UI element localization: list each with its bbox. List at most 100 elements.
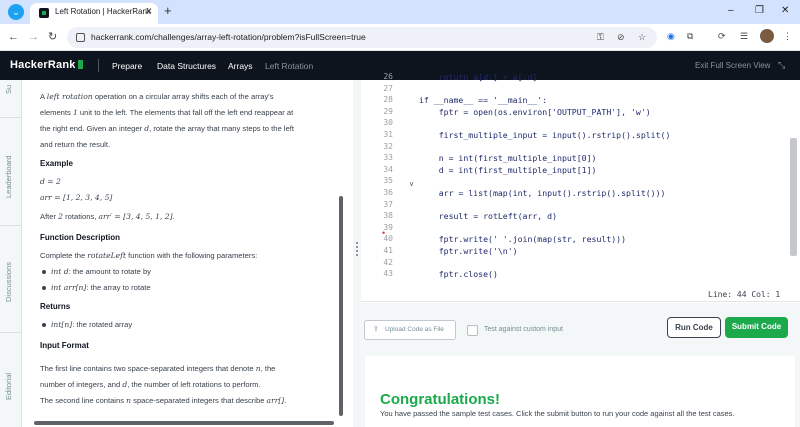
param-d: int d: the amount to rotate by: [51, 267, 151, 276]
code-line[interactable]: fptr.write('\n'): [419, 246, 518, 256]
list-bullet: [42, 323, 46, 327]
bookmark-star-icon[interactable]: ☆: [638, 32, 646, 43]
custom-input-label[interactable]: Test against custom input: [484, 326, 563, 333]
side-tab-divider: [0, 225, 22, 226]
tab-editorial[interactable]: Editorial: [4, 373, 13, 400]
restore-button[interactable]: ❐: [755, 4, 764, 18]
line-number: 30: [383, 118, 393, 128]
exit-fullscreen-link[interactable]: Exit Full Screen View: [695, 61, 770, 70]
function-description-heading: Function Description: [40, 233, 120, 242]
breadcrumb-left-rotation: Left Rotation: [265, 61, 314, 71]
line-number: 39: [383, 222, 393, 232]
problem-statement: A left rotation operation on a circular …: [22, 80, 353, 427]
line-number: 28: [383, 95, 393, 105]
extensions-puzzle-icon[interactable]: ⧉: [687, 30, 693, 42]
chrome-menu-icon[interactable]: ⋮: [783, 30, 792, 42]
line-number: 29: [383, 106, 393, 116]
forward-button[interactable]: →: [28, 30, 39, 44]
fold-chevron-icon[interactable]: ∨: [409, 180, 414, 188]
code-line[interactable]: fptr.write(' '.join(map(str, result))): [419, 234, 626, 244]
example-heading: Example: [40, 159, 73, 168]
function-description: Complete the rotateLeft function with th…: [40, 251, 258, 260]
code-line[interactable]: fptr.close(): [419, 269, 498, 279]
hackerrank-favicon-icon: [39, 8, 49, 18]
header-divider: [98, 59, 99, 72]
eye-off-icon[interactable]: ⊘: [617, 32, 625, 43]
line-number: 27: [383, 83, 393, 93]
tab-close-icon[interactable]: ✕: [145, 6, 153, 17]
problem-paragraph: A left rotation operation on a circular …: [40, 92, 274, 101]
line-number: 34: [383, 164, 393, 174]
upload-code-label: Upload Code as File: [385, 326, 444, 333]
collapse-arrows-icon[interactable]: ⤡: [778, 60, 785, 71]
custom-input-checkbox[interactable]: [467, 325, 478, 336]
example-arr: arr = [1, 2, 3, 4, 5]: [40, 193, 113, 202]
problem-horizontal-scrollbar[interactable]: [34, 421, 334, 425]
returns-heading: Returns: [40, 302, 71, 311]
code-line[interactable]: fptr = open(os.environ['OUTPUT_PATH'], '…: [419, 107, 651, 117]
profile-avatar[interactable]: [760, 29, 774, 43]
problem-paragraph: the right end. Given an integer d, rotat…: [40, 124, 294, 133]
reading-list-icon[interactable]: ☰: [740, 30, 748, 42]
address-bar[interactable]: hackerrank.com/challenges/array-left-rot…: [67, 27, 657, 48]
run-code-label: Run Code: [675, 323, 713, 332]
tab-submissions[interactable]: Su: [4, 85, 13, 94]
line-number: 35: [383, 176, 393, 186]
line-number: 26: [383, 72, 393, 81]
code-line[interactable]: result = rotLeft(arr, d): [419, 211, 557, 221]
tab-title: Left Rotation | HackerRank: [55, 7, 151, 16]
browser-tab-strip: ⌄ Left Rotation | HackerRank ✕ + – ❐ ✕: [0, 0, 800, 24]
result-title: Congratulations!: [380, 391, 500, 408]
code-line[interactable]: first_multiple_input = input().rstrip().…: [419, 130, 671, 140]
splitter-grip-icon[interactable]: [356, 242, 358, 256]
line-number: 43: [383, 269, 393, 279]
reload-button[interactable]: ↻: [48, 30, 57, 44]
side-tabs: Su Leaderboard Discussions Editorial: [0, 80, 22, 427]
code-line[interactable]: n = int(first_multiple_input[0]): [419, 153, 597, 163]
line-number: 32: [383, 141, 393, 151]
tab-search-icon[interactable]: ⌄: [8, 4, 24, 20]
line-number: 38: [383, 211, 393, 221]
extension-icon[interactable]: ◉: [667, 30, 675, 42]
upload-code-button[interactable]: ⇪ Upload Code as File: [364, 320, 456, 340]
browser-tab[interactable]: Left Rotation | HackerRank ✕: [30, 3, 158, 24]
site-info-icon[interactable]: [76, 33, 85, 42]
tab-leaderboard[interactable]: Leaderboard: [4, 155, 13, 198]
code-line[interactable]: if __name__ == '__main__':: [419, 95, 547, 105]
line-number: 41: [383, 246, 393, 255]
minimize-button[interactable]: –: [728, 4, 734, 18]
code-editor[interactable]: 26 27 28 29 30 31 32 33 34 35 36 37 38 39 40 41 42 43 ret…: [361, 72, 800, 302]
side-tab-divider: [0, 332, 22, 333]
site-header: HackerRank Prepare Data Structures Array…: [0, 51, 800, 80]
line-number: 33: [383, 153, 393, 163]
code-line[interactable]: d = int(first_multiple_input[1]): [419, 165, 597, 175]
upload-icon: ⇪: [373, 326, 379, 333]
code-line[interactable]: return a[d:] + a[:d]: [419, 72, 538, 82]
logo-text: HackerRank: [10, 59, 76, 71]
line-number: 37: [383, 199, 393, 209]
example-d: d = 2: [40, 177, 61, 186]
run-code-button[interactable]: Run Code: [667, 317, 721, 338]
list-bullet: [42, 286, 46, 290]
problem-scrollbar[interactable]: [339, 196, 343, 416]
editor-scrollbar[interactable]: [790, 138, 797, 256]
code-line[interactable]: arr = list(map(int, input().rstrip().spl…: [419, 188, 666, 198]
submit-code-button[interactable]: Submit Code: [725, 317, 788, 338]
cursor-position: Line: 44 Col: 1: [708, 290, 781, 299]
tab-discussions[interactable]: Discussions: [4, 262, 13, 302]
breadcrumb-prepare[interactable]: Prepare: [112, 61, 142, 71]
hackerrank-logo[interactable]: HackerRank: [10, 59, 83, 71]
breadcrumb-arrays[interactable]: Arrays: [228, 61, 253, 71]
side-tab-divider: [0, 117, 22, 118]
sync-icon[interactable]: ⟳: [718, 30, 726, 42]
back-button[interactable]: ←: [8, 30, 19, 44]
url-text[interactable]: hackerrank.com/challenges/array-left-rot…: [91, 32, 366, 42]
line-number: 31: [383, 130, 393, 139]
browser-toolbar: ← → ↻ hackerrank.com/challenges/array-le…: [0, 24, 800, 51]
breadcrumb-data-structures[interactable]: Data Structures: [157, 61, 216, 71]
new-tab-button[interactable]: +: [164, 4, 172, 18]
close-window-button[interactable]: ✕: [781, 4, 789, 18]
return-value: int[n]: the rotated array: [51, 320, 133, 329]
password-key-icon[interactable]: ⚿: [597, 32, 604, 43]
submit-code-label: Submit Code: [731, 322, 782, 331]
